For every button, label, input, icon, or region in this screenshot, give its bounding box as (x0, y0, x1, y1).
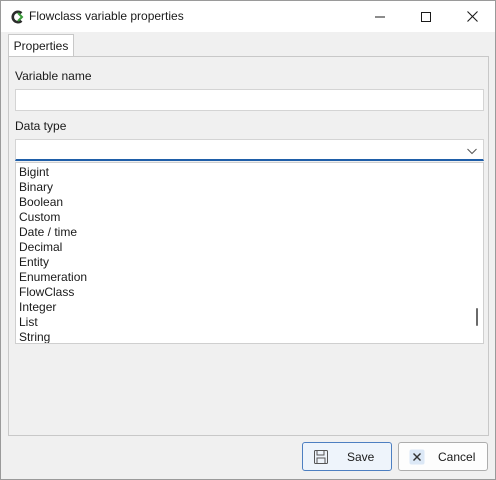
option-binary[interactable]: Binary (19, 180, 53, 195)
save-button-label: Save (347, 450, 375, 464)
option-string[interactable]: String (19, 330, 50, 343)
data-type-select[interactable] (15, 139, 484, 161)
variable-name-input[interactable] (15, 89, 484, 111)
close-button[interactable] (449, 1, 495, 32)
variable-name-label: Variable name (15, 69, 92, 83)
option-custom[interactable]: Custom (19, 210, 60, 225)
cancel-button-label: Cancel (438, 450, 476, 464)
option-decimal[interactable]: Decimal (19, 240, 62, 255)
close-icon (466, 11, 478, 22)
tab-properties[interactable]: Properties (8, 34, 74, 57)
title-bar[interactable]: Flowclass variable properties (1, 1, 495, 32)
maximize-icon (421, 11, 431, 22)
minimize-button[interactable] (357, 1, 403, 32)
minimize-icon (375, 12, 385, 22)
scrollbar-thumb[interactable] (476, 308, 478, 326)
option-bigint[interactable]: Bigint (19, 165, 49, 180)
dialog-footer: Save Cancel (1, 437, 495, 479)
vertical-scrollbar[interactable] (471, 163, 483, 343)
data-type-options-list[interactable]: Bigint Binary Boolean Custom Date / time… (15, 162, 484, 344)
option-flowclass[interactable]: FlowClass (19, 285, 74, 300)
close-x-icon (409, 449, 425, 465)
dialog-window: Flowclass variable properties Properties… (0, 0, 496, 480)
cancel-button[interactable]: Cancel (398, 442, 488, 471)
option-boolean[interactable]: Boolean (19, 195, 63, 210)
chevron-down-icon (466, 145, 478, 155)
maximize-button[interactable] (403, 1, 449, 32)
option-date-time[interactable]: Date / time (19, 225, 77, 240)
option-integer[interactable]: Integer (19, 300, 56, 315)
option-entity[interactable]: Entity (19, 255, 49, 270)
window-title: Flowclass variable properties (29, 9, 184, 23)
save-button[interactable]: Save (302, 442, 392, 471)
data-type-label: Data type (15, 119, 67, 133)
option-list[interactable]: List (19, 315, 38, 330)
tab-label: Properties (13, 39, 69, 53)
properties-panel: Variable name Data type Bigint Binary Bo… (8, 56, 489, 436)
flowclass-logo-icon (11, 10, 24, 24)
option-enumeration[interactable]: Enumeration (19, 270, 87, 285)
floppy-disk-icon (313, 449, 329, 465)
